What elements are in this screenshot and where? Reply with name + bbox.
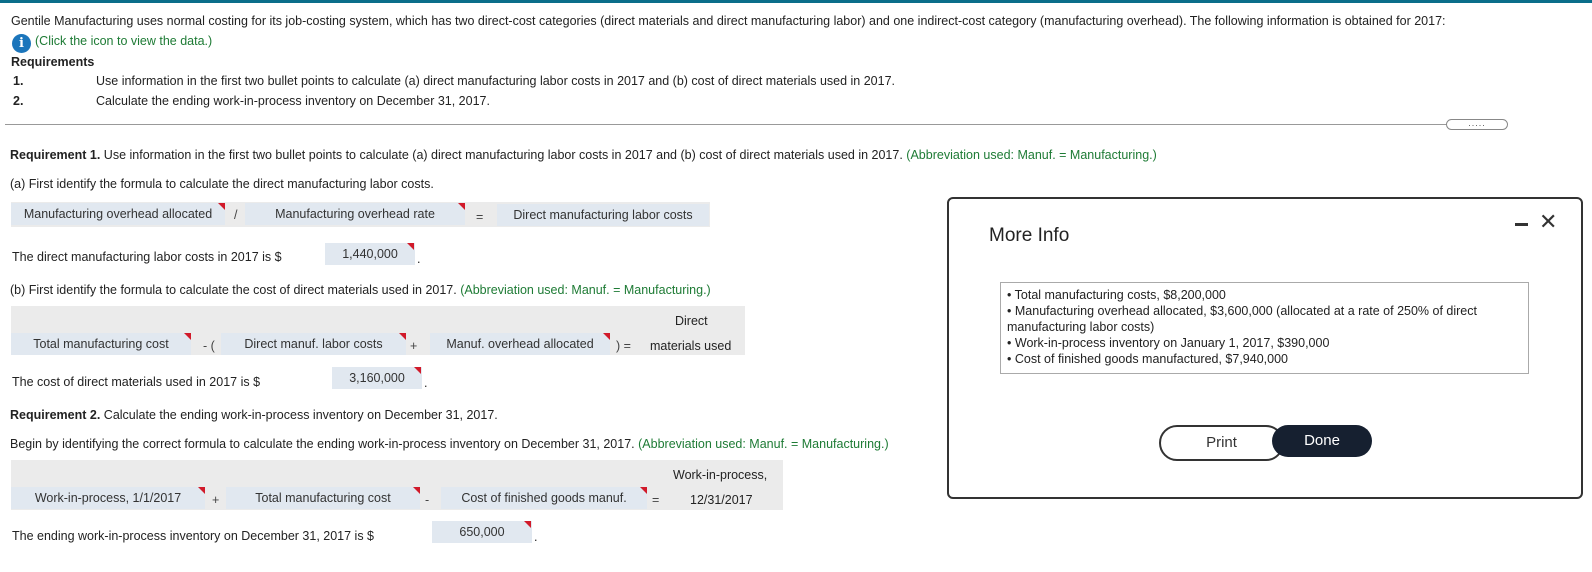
view-data-link[interactable]: (Click the icon to view the data.) [35, 34, 212, 48]
answer-marker [198, 487, 205, 494]
formula-a-term1-select[interactable]: Manufacturing overhead allocated [11, 203, 225, 225]
period: . [534, 530, 538, 544]
requirement-number: 1. [13, 74, 24, 88]
answer-marker [407, 243, 414, 250]
period: . [424, 376, 428, 390]
info-icon[interactable]: i [12, 34, 31, 53]
req2-heading: Requirement 2. Calculate the ending work… [10, 408, 498, 422]
part-a-answer-label: The direct manufacturing labor costs in … [12, 250, 282, 264]
formula-b-operator: - ( [203, 339, 215, 353]
formula-2-term2-select[interactable]: Total manufacturing cost [226, 487, 420, 509]
req2-abbrev: (Abbreviation used: Manuf. = Manufacturi… [638, 437, 889, 451]
part-b-abbrev: (Abbreviation used: Manuf. = Manufacturi… [460, 283, 711, 297]
formula-2-result-line1: Work-in-process, [673, 468, 768, 482]
requirement-text: Calculate the ending work-in-process inv… [96, 94, 490, 108]
bullet: • [1007, 336, 1012, 350]
answer-marker [399, 333, 406, 340]
part-b-prompt-row: (b) First identify the formula to calcul… [10, 283, 711, 297]
formula-2-equals: = [652, 493, 660, 507]
formula-a-equals: = [476, 210, 484, 224]
req2-prompt: Begin by identifying the correct formula… [10, 437, 635, 451]
formula-2-result-line2: 12/31/2017 [690, 493, 753, 507]
info-list: • Total manufacturing costs, $8,200,000 … [1000, 282, 1529, 374]
answer-marker [603, 333, 610, 340]
part-a-answer-input[interactable]: 1,440,000 [325, 243, 415, 265]
answer-marker [640, 487, 647, 494]
expand-toggle[interactable]: ..... [1446, 119, 1508, 130]
formula-b-equals: ) = [616, 339, 631, 353]
formula-2-minus: - [425, 493, 430, 507]
list-item-continuation: manufacturing labor costs) [1007, 320, 1155, 334]
info-text: Cost of finished goods manufactured, $7,… [1014, 352, 1288, 366]
formula-b-term1-select[interactable]: Total manufacturing cost [11, 333, 191, 355]
list-item: • Total manufacturing costs, $8,200,000 [1007, 287, 1226, 303]
answer-marker [458, 203, 465, 210]
print-button[interactable]: Print [1159, 425, 1284, 461]
formula-2-term3-select[interactable]: Cost of finished goods manuf. [441, 487, 647, 509]
answer-marker [524, 521, 531, 528]
bullet: • [1007, 288, 1012, 302]
requirements-heading: Requirements [11, 55, 95, 69]
close-icon[interactable]: ✕ [1539, 209, 1557, 235]
formula-b-term2-select[interactable]: Direct manuf. labor costs [221, 333, 406, 355]
done-button[interactable]: Done [1272, 425, 1372, 457]
formula-b-plus: + [410, 339, 418, 353]
formula-b-result-line1: Direct [675, 314, 708, 328]
period: . [417, 252, 421, 266]
req2-text: Calculate the ending work-in-process inv… [103, 408, 498, 422]
requirement-text: Use information in the first two bullet … [96, 74, 896, 88]
section-divider [5, 124, 1488, 125]
formula-a-result-label: Direct manufacturing labor costs [497, 204, 709, 226]
part-b-prompt: (b) First identify the formula to calcul… [10, 283, 457, 297]
bullet: • [1007, 304, 1012, 318]
dialog-title: More Info [989, 225, 1070, 246]
part-b-answer-input[interactable]: 3,160,000 [332, 367, 422, 389]
req1-heading: Requirement 1. Use information in the fi… [10, 148, 1157, 162]
list-item: • Manufacturing overhead allocated, $3,6… [1007, 303, 1477, 319]
part-b-answer-label: The cost of direct materials used in 201… [12, 375, 261, 389]
answer-marker [413, 487, 420, 494]
formula-2-term1-select[interactable]: Work-in-process, 1/1/2017 [11, 487, 205, 509]
formula-b-result-line2: materials used [650, 339, 732, 353]
req1-abbrev: (Abbreviation used: Manuf. = Manufacturi… [906, 148, 1157, 162]
requirement-number: 2. [13, 94, 24, 108]
top-accent-bar [0, 0, 1592, 3]
formula-b-term3-select[interactable]: Manuf. overhead allocated [430, 333, 610, 355]
more-info-dialog: More Info ✕ • Total manufacturing costs,… [947, 197, 1583, 499]
req2-label: Requirement 2. [10, 408, 101, 422]
intro-text: Gentile Manufacturing uses normal costin… [11, 14, 1446, 28]
req1-text: Use information in the first two bullet … [103, 148, 903, 162]
part-a-prompt: (a) First identify the formula to calcul… [10, 177, 434, 191]
answer-marker [414, 367, 421, 374]
bullet: • [1007, 352, 1012, 366]
formula-a-operator: / [234, 208, 238, 222]
formula-a-term2-select[interactable]: Manufacturing overhead rate [245, 203, 465, 225]
req2-answer-label: The ending work-in-process inventory on … [12, 529, 374, 543]
info-text: Manufacturing overhead allocated, $3,600… [1014, 304, 1477, 318]
info-text: Work-in-process inventory on January 1, … [1014, 336, 1330, 350]
req2-answer-input[interactable]: 650,000 [432, 521, 532, 543]
minimize-icon[interactable] [1515, 223, 1528, 226]
answer-marker [218, 203, 225, 210]
answer-marker [184, 333, 191, 340]
list-item: • Work-in-process inventory on January 1… [1007, 335, 1329, 351]
req2-prompt-row: Begin by identifying the correct formula… [10, 437, 889, 451]
formula-2-plus: + [212, 493, 220, 507]
req1-label: Requirement 1. [10, 148, 101, 162]
info-text: Total manufacturing costs, $8,200,000 [1014, 288, 1226, 302]
list-item: • Cost of finished goods manufactured, $… [1007, 351, 1288, 367]
